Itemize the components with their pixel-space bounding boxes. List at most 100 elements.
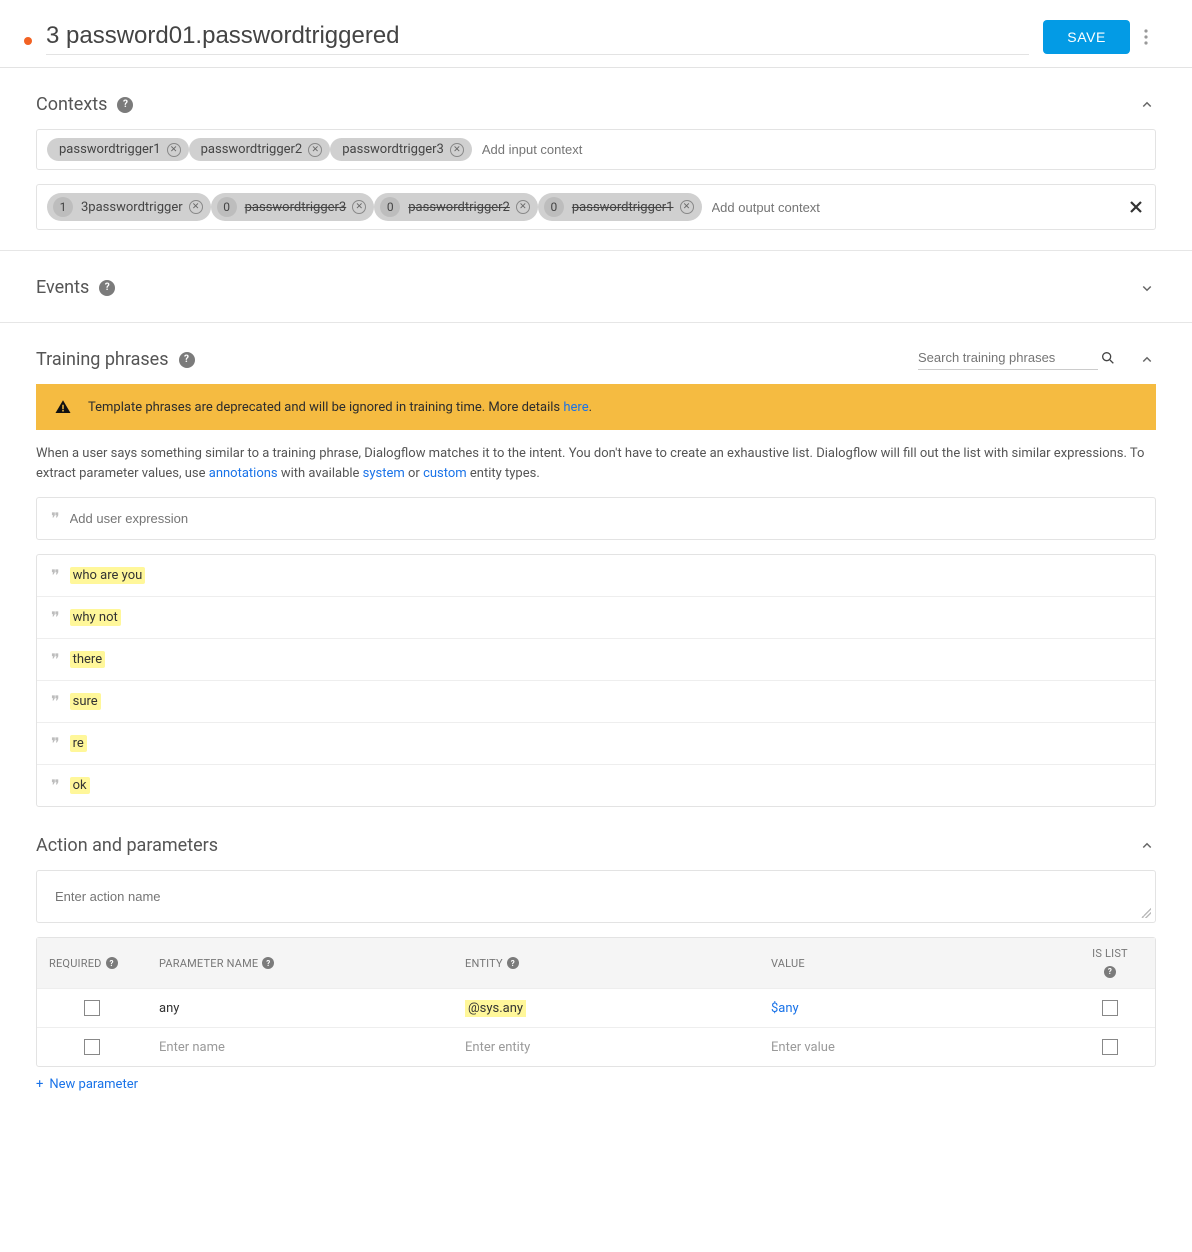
events-section: Events ? <box>0 251 1192 323</box>
chip-lifespan[interactable]: 0 <box>380 197 400 217</box>
help-icon[interactable]: ? <box>99 280 115 296</box>
help-icon[interactable]: ? <box>507 957 519 969</box>
chevron-up-icon[interactable] <box>1138 837 1156 855</box>
quote-icon: ❞ <box>51 608 60 627</box>
training-phrases-section: Training phrases ? Template phrases are … <box>0 323 1192 827</box>
training-phrase-row[interactable]: ❞ why not <box>37 596 1155 638</box>
input-contexts-box[interactable]: passwordtrigger1✕passwordtrigger2✕passwo… <box>36 129 1156 170</box>
chevron-up-icon[interactable] <box>1138 96 1156 114</box>
islist-checkbox[interactable] <box>1102 1000 1118 1016</box>
remove-chip-icon[interactable]: ✕ <box>167 143 181 157</box>
help-icon[interactable]: ? <box>179 352 195 368</box>
search-input[interactable] <box>918 350 1094 365</box>
col-value: VALUE <box>771 957 805 970</box>
help-icon[interactable]: ? <box>117 97 133 113</box>
remove-chip-icon[interactable]: ✕ <box>680 200 694 214</box>
phrase-text[interactable]: re <box>70 735 87 752</box>
chip-label: passwordtrigger2 <box>201 142 303 157</box>
intent-name-input[interactable] <box>46 18 1029 55</box>
action-title: Action and parameters <box>36 835 218 856</box>
training-phrase-row[interactable]: ❞ ok <box>37 764 1155 806</box>
annotations-link[interactable]: annotations <box>209 466 278 481</box>
col-is-list: IS LIST <box>1092 948 1128 960</box>
table-row[interactable]: Enter nameEnter entityEnter value <box>37 1027 1155 1066</box>
resize-handle[interactable] <box>1141 908 1151 918</box>
param-name-cell[interactable]: any <box>147 990 453 1027</box>
deprecation-warning: Template phrases are deprecated and will… <box>36 384 1156 430</box>
action-parameters-section: Action and parameters REQUIRED ? PARAMET… <box>0 827 1192 1108</box>
required-checkbox[interactable] <box>84 1039 100 1055</box>
add-user-expression-input[interactable] <box>70 511 1141 526</box>
clear-output-contexts-button[interactable] <box>1129 200 1143 214</box>
more-menu-button[interactable] <box>1144 29 1168 45</box>
output-contexts-box[interactable]: 13passwordtrigger✕0passwordtrigger3✕0pas… <box>36 184 1156 230</box>
quote-icon: ❞ <box>51 734 60 753</box>
warning-icon <box>54 398 72 416</box>
parameters-table: REQUIRED ? PARAMETER NAME ? ENTITY ? VAL… <box>36 937 1156 1067</box>
context-chip[interactable]: 13passwordtrigger✕ <box>47 193 211 221</box>
islist-checkbox[interactable] <box>1102 1039 1118 1055</box>
chip-lifespan[interactable]: 0 <box>217 197 237 217</box>
entity-cell[interactable]: @sys.any <box>453 990 759 1027</box>
help-icon[interactable]: ? <box>1104 966 1116 978</box>
add-input-context-input[interactable] <box>478 138 1145 161</box>
chip-lifespan[interactable]: 1 <box>53 197 73 217</box>
quote-icon: ❞ <box>51 650 60 669</box>
help-icon[interactable]: ? <box>106 957 118 969</box>
training-description: When a user says something similar to a … <box>36 438 1156 497</box>
search-icon <box>1100 350 1116 366</box>
chip-label: passwordtrigger3 <box>342 142 444 157</box>
training-phrase-row[interactable]: ❞ who are you <box>37 555 1155 596</box>
warning-text: Template phrases are deprecated and will… <box>88 400 592 415</box>
value-cell[interactable]: $any <box>759 990 1065 1027</box>
phrase-text[interactable]: who are you <box>70 567 146 584</box>
quote-icon: ❞ <box>51 776 60 795</box>
value-cell[interactable]: Enter value <box>759 1029 1065 1066</box>
col-required: REQUIRED <box>49 957 102 970</box>
remove-chip-icon[interactable]: ✕ <box>189 200 203 214</box>
remove-chip-icon[interactable]: ✕ <box>308 143 322 157</box>
training-phrase-list: ❞ who are you ❞ why not ❞ there ❞ sure ❞ re ❞ ok <box>36 554 1156 807</box>
phrase-text[interactable]: ok <box>70 777 90 794</box>
remove-chip-icon[interactable]: ✕ <box>352 200 366 214</box>
phrase-text[interactable]: sure <box>70 693 101 710</box>
context-chip[interactable]: 0passwordtrigger1✕ <box>538 193 702 221</box>
action-name-input[interactable] <box>39 875 1153 918</box>
param-name-cell[interactable]: Enter name <box>147 1029 453 1066</box>
chip-label: passwordtrigger3 <box>245 200 347 215</box>
remove-chip-icon[interactable]: ✕ <box>450 143 464 157</box>
action-name-box[interactable] <box>36 870 1156 923</box>
col-param-name: PARAMETER NAME <box>159 957 258 970</box>
search-training-phrases[interactable] <box>918 350 1098 370</box>
chevron-down-icon[interactable] <box>1138 279 1156 297</box>
phrase-text[interactable]: there <box>70 651 106 668</box>
context-chip[interactable]: passwordtrigger3 ✕ <box>330 138 472 161</box>
chip-lifespan[interactable]: 0 <box>544 197 564 217</box>
add-output-context-input[interactable] <box>708 196 1146 219</box>
col-entity: ENTITY <box>465 957 503 970</box>
training-title: Training phrases <box>36 349 169 370</box>
help-icon[interactable]: ? <box>262 957 274 969</box>
system-link[interactable]: system <box>363 466 405 481</box>
remove-chip-icon[interactable]: ✕ <box>516 200 530 214</box>
context-chip[interactable]: passwordtrigger1✕ <box>47 138 189 161</box>
chevron-up-icon[interactable] <box>1138 351 1156 369</box>
training-phrase-row[interactable]: ❞ sure <box>37 680 1155 722</box>
plus-icon: + <box>36 1077 43 1092</box>
custom-link[interactable]: custom <box>423 466 467 481</box>
training-phrase-row[interactable]: ❞ there <box>37 638 1155 680</box>
entity-cell[interactable]: Enter entity <box>453 1029 759 1066</box>
warning-link[interactable]: here <box>563 400 588 415</box>
save-button[interactable]: SAVE <box>1043 20 1130 54</box>
context-chip[interactable]: 0 passwordtrigger3 ✕ <box>211 193 375 221</box>
context-chip[interactable]: passwordtrigger2 ✕ <box>189 138 331 161</box>
quote-icon: ❞ <box>51 566 60 585</box>
context-chip[interactable]: 0passwordtrigger2✕ <box>374 193 538 221</box>
required-checkbox[interactable] <box>84 1000 100 1016</box>
new-parameter-button[interactable]: + New parameter <box>36 1067 138 1102</box>
add-phrase-box[interactable]: ❞ <box>36 497 1156 540</box>
table-row[interactable]: any@sys.any$any <box>37 988 1155 1027</box>
phrase-text[interactable]: why not <box>70 609 121 626</box>
quote-icon: ❞ <box>51 692 60 711</box>
training-phrase-row[interactable]: ❞ re <box>37 722 1155 764</box>
